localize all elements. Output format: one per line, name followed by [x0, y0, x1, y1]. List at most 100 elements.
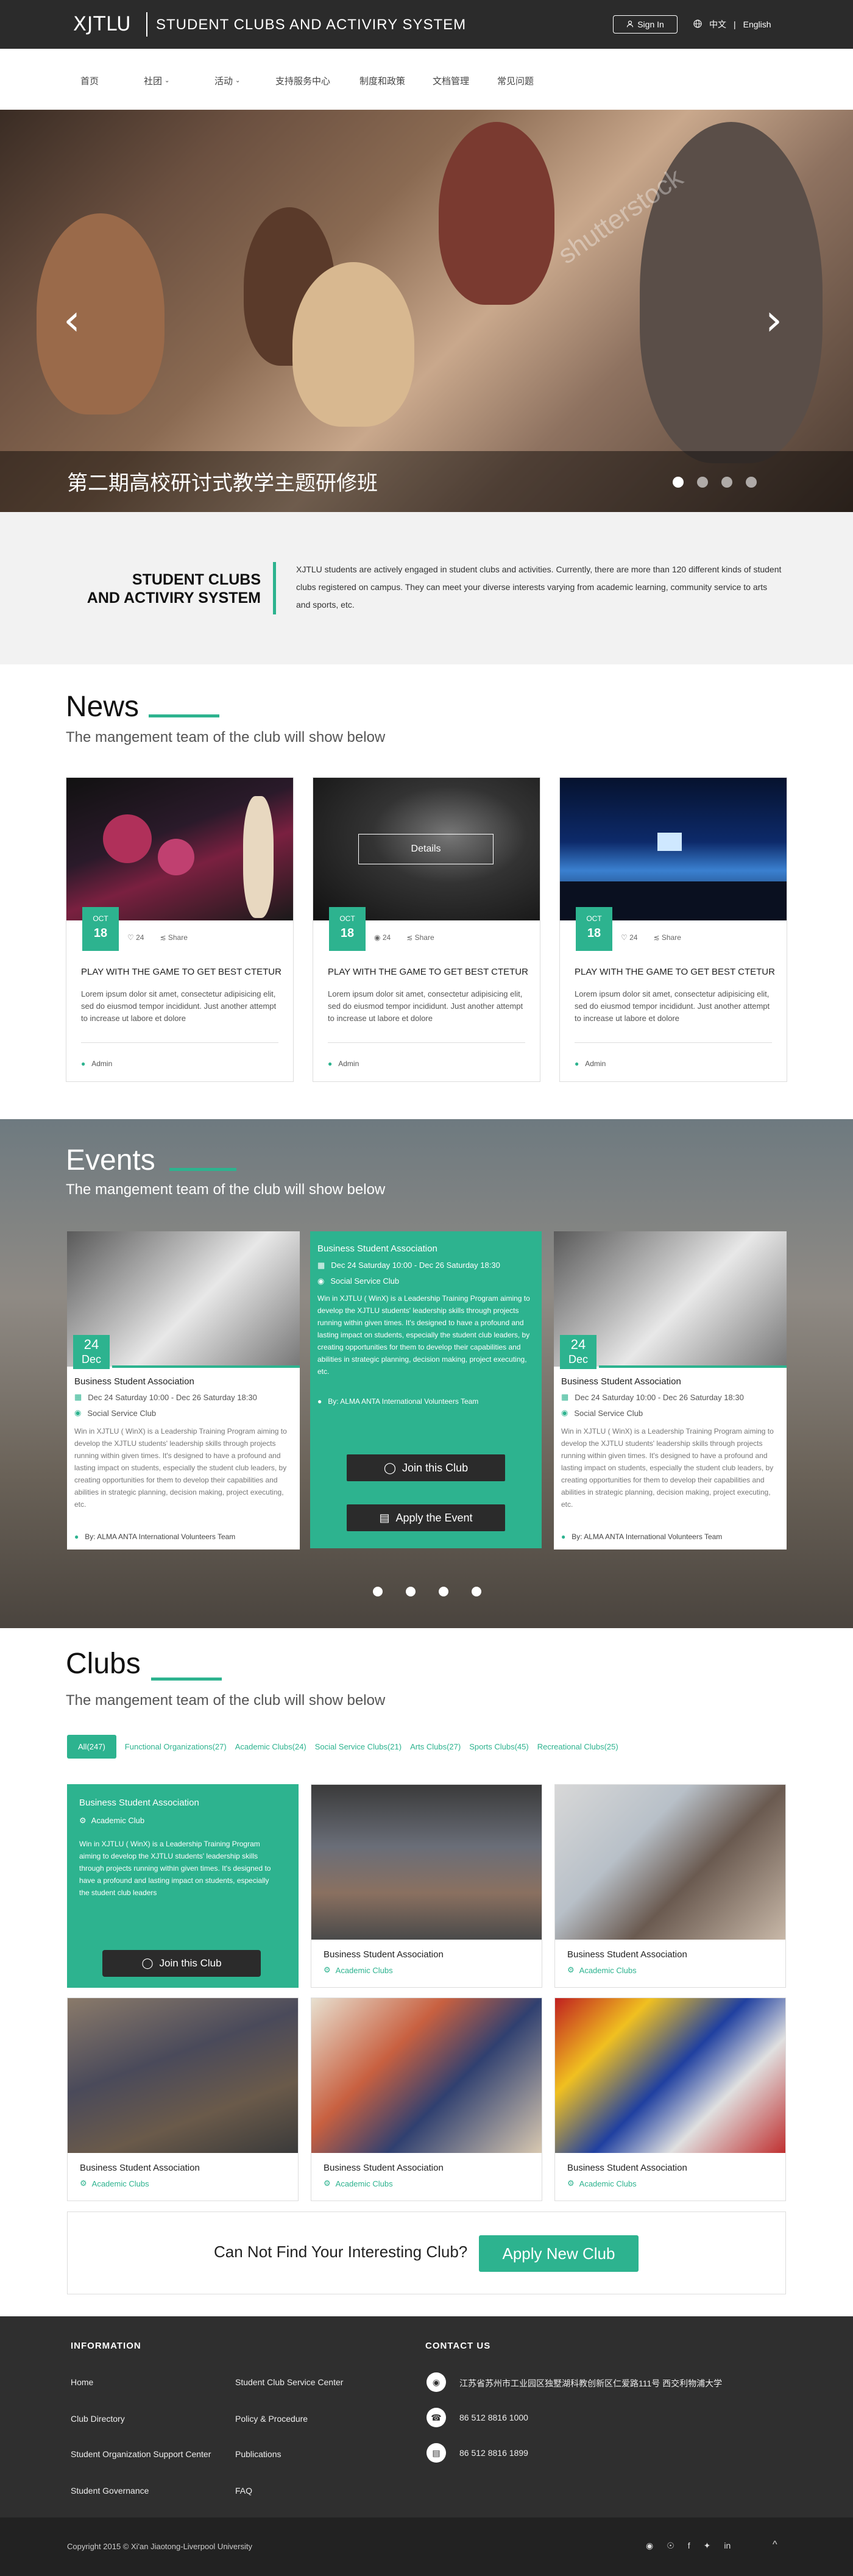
lang-en[interactable]: English: [743, 20, 771, 29]
events-dot[interactable]: [472, 1587, 481, 1596]
event-accent-bar: [599, 1365, 787, 1368]
slider-dot[interactable]: [746, 477, 757, 488]
network-icon: ⚙: [324, 1965, 331, 1974]
tab-all[interactable]: All(247): [67, 1735, 116, 1759]
nav-faq[interactable]: 常见问题: [497, 74, 534, 87]
hero-slider: shutterstock ‹ › 第二期高校研讨式教学主题研修班: [0, 110, 853, 512]
club-card[interactable]: Business Student Association ⚙ Academic C…: [554, 1998, 786, 2201]
nav-label: 首页: [80, 76, 99, 87]
network-icon: ⚙: [324, 2179, 331, 2188]
nav-policies[interactable]: 制度和政策: [359, 74, 405, 87]
club-card-featured[interactable]: Business Student Association ⚙ Academic C…: [67, 1784, 299, 1988]
club-card[interactable]: Business Student Association ⚙ Academic C…: [311, 1784, 542, 1988]
footer-link[interactable]: Student Organization Support Center: [71, 2449, 211, 2459]
club-category: ⚙ Academic Club: [79, 1816, 144, 1826]
wechat-icon[interactable]: ◉: [646, 2541, 653, 2551]
club-name[interactable]: Business Student Association: [80, 2163, 200, 2173]
logo-divider: [146, 12, 147, 37]
events-dot[interactable]: [373, 1587, 383, 1596]
news-card-title[interactable]: PLAY WITH THE GAME TO GET BEST CTETUR: [328, 967, 528, 977]
event-title[interactable]: Business Student Association: [74, 1376, 194, 1387]
view-count[interactable]: ◉ 24: [374, 933, 391, 942]
news-card-title[interactable]: PLAY WITH THE GAME TO GET BEST CTETUR: [575, 967, 775, 977]
club-name[interactable]: Business Student Association: [79, 1798, 199, 1808]
events-dot[interactable]: [439, 1587, 448, 1596]
apply-event-button[interactable]: ▤ Apply the Event: [347, 1504, 505, 1531]
footer-link[interactable]: Club Directory: [71, 2414, 125, 2424]
next-arrow-icon[interactable]: ›: [765, 299, 782, 341]
news-card[interactable]: OCT 18 ♡ 24 ≲ Share PLAY WITH THE GAME TO…: [66, 777, 294, 1082]
tab-arts[interactable]: Arts Clubs(27): [410, 1742, 461, 1751]
footer-contact-heading: CONTACT US: [425, 2341, 491, 2351]
footer-link[interactable]: Student Governance: [71, 2486, 149, 2496]
tab-sports[interactable]: Sports Clubs(45): [469, 1742, 529, 1751]
event-card-featured[interactable]: Business Student Association ▦ Dec 24 Sat…: [310, 1231, 542, 1548]
hero-photo-shape: [37, 213, 165, 415]
sign-in-button[interactable]: Sign In: [613, 15, 678, 34]
join-club-button[interactable]: ◯ Join this Club: [347, 1454, 505, 1481]
sign-in-label: Sign In: [637, 20, 664, 29]
logo[interactable]: XJTLU: [73, 12, 132, 35]
club-name[interactable]: Business Student Association: [324, 1949, 444, 1960]
news-title: News: [66, 691, 140, 723]
event-card[interactable]: 24 Dec Business Student Association ▦ Dec …: [554, 1231, 787, 1550]
club-card[interactable]: Business Student Association ⚙ Academic C…: [311, 1998, 542, 2201]
footer-link[interactable]: Policy & Procedure: [235, 2414, 308, 2424]
event-month: Dec: [81, 1353, 101, 1365]
club-name[interactable]: Business Student Association: [567, 1949, 687, 1960]
share-button[interactable]: ≲ Share: [160, 933, 187, 942]
share-button[interactable]: ≲ Share: [406, 933, 434, 942]
weibo-icon[interactable]: ☉: [667, 2541, 674, 2551]
back-to-top-icon[interactable]: ^: [773, 2539, 777, 2550]
event-team: ● By: ALMA ANTA International Volunteers …: [317, 1397, 478, 1406]
nav-activities[interactable]: 活动 ⌄: [214, 74, 240, 87]
prev-arrow-icon[interactable]: ‹: [63, 299, 80, 341]
like-button[interactable]: ♡ 24: [127, 933, 144, 942]
join-club-button[interactable]: ◯ Join this Club: [102, 1950, 261, 1977]
lang-zh[interactable]: 中文: [709, 18, 726, 30]
tab-social-service[interactable]: Social Service Clubs(21): [315, 1742, 402, 1751]
slider-dot[interactable]: [721, 477, 732, 488]
event-time-text: Dec 24 Saturday 10:00 - Dec 26 Saturday …: [331, 1261, 500, 1270]
footer-link[interactable]: FAQ: [235, 2486, 252, 2496]
apply-new-club-button[interactable]: Apply New Club: [479, 2235, 639, 2272]
clubs-title: Clubs: [66, 1648, 141, 1680]
facebook-icon[interactable]: f: [688, 2541, 690, 2551]
news-card[interactable]: Details OCT 18 ◉ 24 ≲ Share PLAY WITH THE…: [313, 777, 540, 1082]
tab-academic[interactable]: Academic Clubs(24): [235, 1742, 306, 1751]
nav-clubs[interactable]: 社团 ⌄: [144, 74, 169, 87]
club-name[interactable]: Business Student Association: [324, 2163, 444, 2173]
author-name: Admin: [585, 1059, 606, 1068]
social-links: ◉ ☉ f ✦ in: [646, 2541, 731, 2551]
nav-home[interactable]: 首页: [80, 74, 99, 87]
date-badge: OCT 18: [82, 907, 119, 951]
drummer-shape: [243, 796, 274, 918]
slider-dot[interactable]: [673, 477, 684, 488]
nav-support-center[interactable]: 支持服务中心: [275, 74, 330, 87]
like-button[interactable]: ♡ 24: [621, 933, 637, 942]
main-nav: 首页 社团 ⌄ 活动 ⌄ 支持服务中心 制度和政策 文档管理 常见问题: [0, 49, 853, 110]
like-count: 24: [629, 933, 638, 942]
event-title[interactable]: Business Student Association: [317, 1244, 437, 1254]
twitter-icon[interactable]: ✦: [704, 2541, 711, 2551]
tab-recreational[interactable]: Recreational Clubs(25): [537, 1742, 618, 1751]
news-card-title[interactable]: PLAY WITH THE GAME TO GET BEST CTETUR: [81, 967, 281, 977]
event-card[interactable]: 24 Dec Business Student Association ▦ Dec …: [67, 1231, 300, 1550]
footer-address: 江苏省苏州市工业园区独墅湖科教创新区仁爱路111号 西交利物浦大学: [459, 2379, 723, 2388]
footer-link[interactable]: Home: [71, 2377, 93, 2387]
club-card[interactable]: Business Student Association ⚙ Academic C…: [554, 1784, 786, 1988]
event-title[interactable]: Business Student Association: [561, 1376, 681, 1387]
intro-title-line: STUDENT CLUBS: [132, 571, 261, 588]
club-name[interactable]: Business Student Association: [567, 2163, 687, 2173]
news-card[interactable]: OCT 18 ♡ 24 ≲ Share PLAY WITH THE GAME TO…: [559, 777, 787, 1082]
footer-link[interactable]: Publications: [235, 2449, 281, 2459]
details-button[interactable]: Details: [358, 834, 494, 864]
share-button[interactable]: ≲ Share: [653, 933, 681, 942]
slider-dot[interactable]: [697, 477, 708, 488]
footer-link[interactable]: Student Club Service Center: [235, 2377, 343, 2387]
tab-functional[interactable]: Functional Organizations(27): [125, 1742, 227, 1751]
nav-documents[interactable]: 文档管理: [433, 74, 469, 87]
club-card[interactable]: Business Student Association ⚙ Academic C…: [67, 1998, 299, 2201]
events-dot[interactable]: [406, 1587, 416, 1596]
linkedin-icon[interactable]: in: [724, 2541, 731, 2551]
